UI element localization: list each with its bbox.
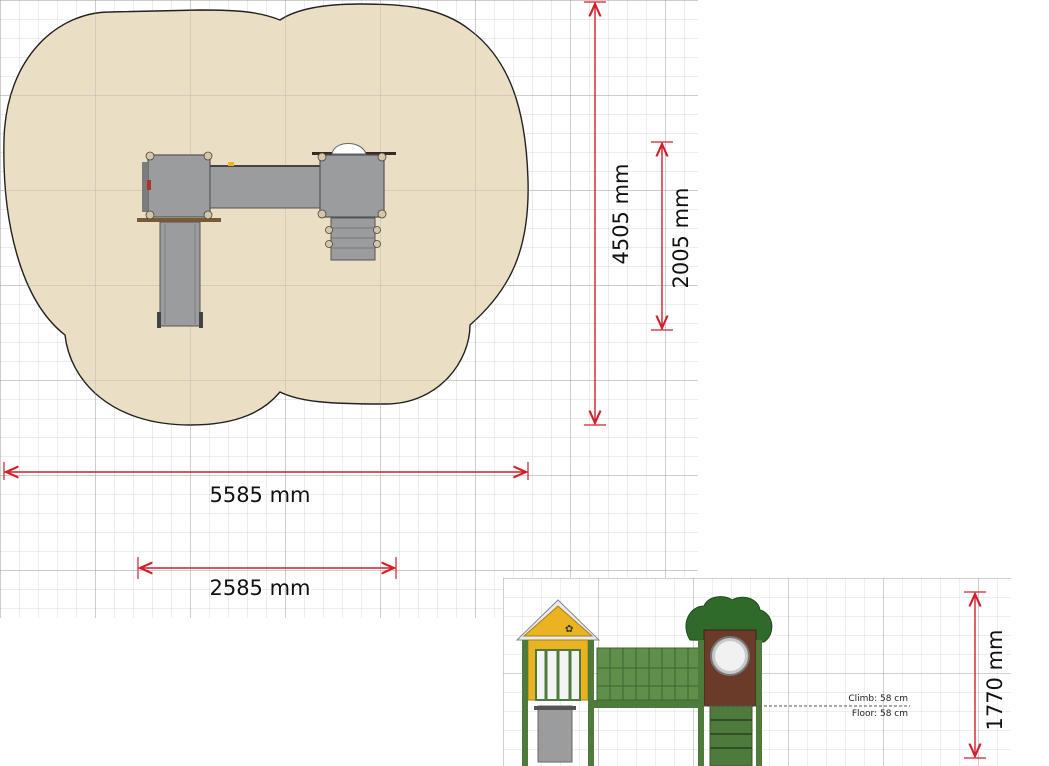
climb-ramp-top <box>325 217 381 261</box>
floor-note: Floor: 58 cm <box>852 709 908 719</box>
structure-depth-label: 2005 mm <box>669 187 693 288</box>
overall-width-label: 5585 mm <box>209 483 310 507</box>
right-tower-top <box>312 143 396 219</box>
left-tower-top <box>142 151 213 220</box>
svg-text:✿: ✿ <box>565 624 573 635</box>
bridge-top <box>209 162 321 209</box>
height-label: 1770 mm <box>983 629 1007 730</box>
top-view: 5585 mm 2585 mm 4505 mm 2005 mm <box>0 0 698 618</box>
front-view: ✿ Climb: 58 cm Floor: 58 cm 1770 mm <box>503 578 1011 766</box>
structure-width-label: 2585 mm <box>209 576 310 600</box>
overall-depth-label: 4505 mm <box>609 163 633 264</box>
climb-note: Climb: 58 cm <box>848 694 908 704</box>
tree-tower-elevation <box>685 596 773 766</box>
playground-drawing: 5585 mm 2585 mm 4505 mm 2005 mm ✿ Climb:… <box>0 0 1011 766</box>
bridge-elevation <box>594 647 704 708</box>
